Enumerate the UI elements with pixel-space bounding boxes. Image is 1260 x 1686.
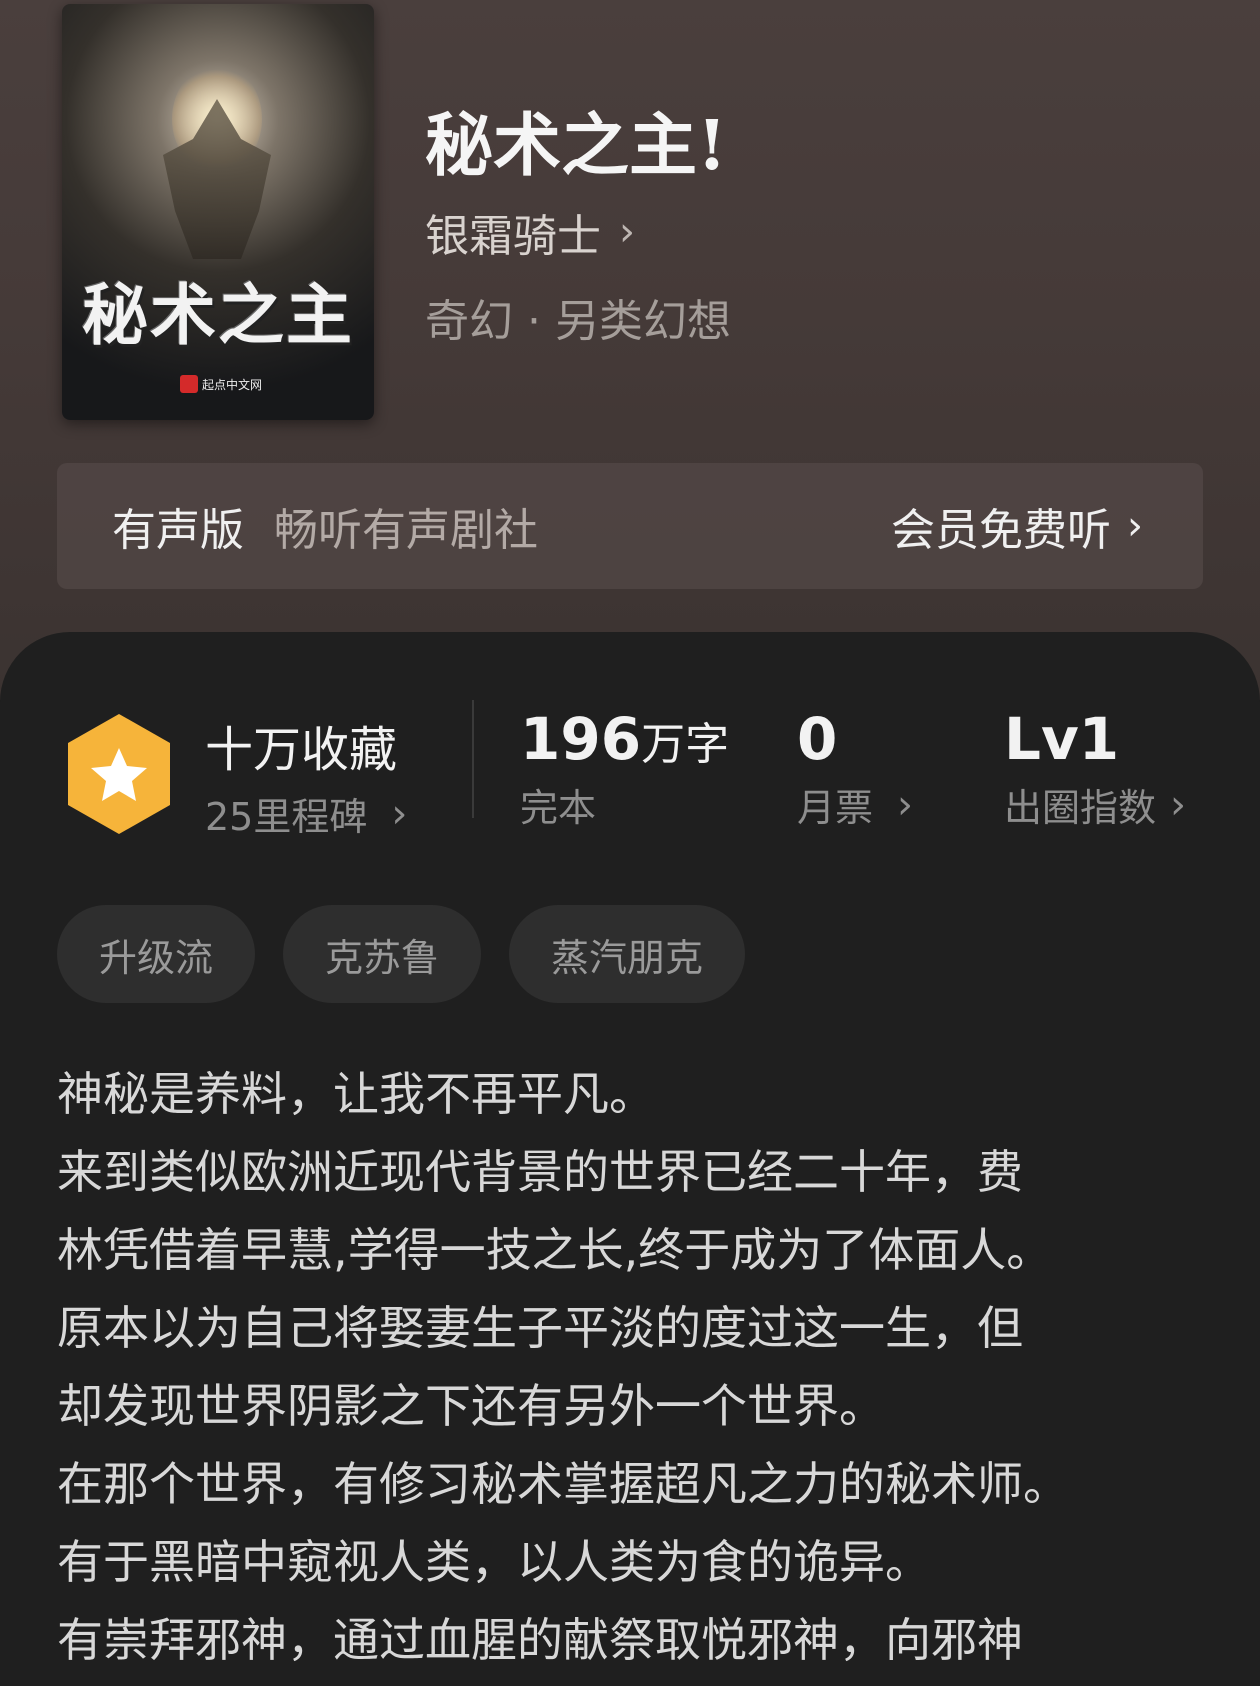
chevron-right-icon: › (391, 790, 408, 837)
cover-title: 秘术之主 (82, 277, 354, 354)
chevron-right-icon: › (897, 781, 914, 828)
breakout-index[interactable]: Lv1 出圈指数 › (1004, 705, 1186, 832)
word-count: 196万字 完本 (520, 705, 729, 832)
synopsis-line: 在那个世界，有修习秘术掌握超凡之力的秘术师。 (57, 1457, 1069, 1511)
author-name: 银霜骑士 (425, 211, 601, 262)
synopsis-line: 来到类似欧洲近现代背景的世界已经二十年，费 (57, 1145, 1023, 1199)
member-free-listen-label: 会员免费听 (891, 505, 1111, 556)
breakout-level: Lv1 (1004, 705, 1120, 773)
monthly-tickets-label: 月票 (797, 786, 874, 830)
collection-milestone[interactable]: 十万收藏 25里程碑 › (205, 710, 407, 841)
monthly-tickets-count: 0 (797, 705, 838, 773)
stats-divider (472, 700, 474, 818)
cover-publisher: 起点中文网 (202, 377, 263, 392)
chevron-right-icon: › (1170, 781, 1187, 828)
synopsis[interactable]: 神秘是养料，让我不再平凡。 来到类似欧洲近现代背景的世界已经二十年，费 林凭借着… (57, 1055, 1217, 1679)
synopsis-line: 有于黑暗中窥视人类，以人类为食的诡异。 (57, 1535, 931, 1589)
collection-sub: 25里程碑 (205, 795, 368, 839)
book-title: 秘术之主! (425, 106, 727, 186)
status-label: 完本 (520, 786, 597, 830)
publisher-mark-icon (180, 375, 198, 393)
synopsis-line: 神秘是养料，让我不再平凡。 (57, 1067, 655, 1121)
cover-publisher-logo: 起点中文网 (180, 375, 262, 393)
star-hexagon-icon (68, 714, 170, 834)
author-link[interactable]: 银霜骑士 › (425, 200, 635, 264)
chevron-right-icon: › (619, 209, 635, 255)
synopsis-line: 有崇拜邪神，通过血腥的献祭取悦邪神，向邪神 (57, 1613, 1023, 1667)
member-free-listen-button[interactable]: 会员免费听 › (891, 494, 1143, 558)
tag-chip[interactable]: 克苏鲁 (283, 905, 482, 1003)
word-count-unit: 万字 (641, 719, 730, 770)
audio-version-bar[interactable]: 有声版 畅听有声剧社 会员免费听 › (57, 463, 1203, 589)
word-count-number: 196 (520, 705, 642, 773)
chevron-right-icon: › (1127, 503, 1143, 549)
breakout-index-label: 出圈指数 (1004, 786, 1157, 830)
audio-label: 有声版 (112, 505, 244, 556)
tag-chip[interactable]: 蒸汽朋克 (509, 905, 746, 1003)
synopsis-line: 却发现世界阴影之下还有另外一个世界。 (57, 1379, 885, 1433)
synopsis-line: 林凭借着早慧,学得一技之长,终于成为了体面人。 (57, 1223, 1053, 1277)
audio-troupe: 畅听有声剧社 (274, 505, 538, 556)
synopsis-line: 原本以为自己将娶妻生子平淡的度过这一生，但 (57, 1301, 1023, 1355)
book-cover[interactable]: 秘术之主 起点中文网 (62, 4, 374, 420)
collection-title: 十万收藏 (205, 722, 398, 778)
genre-label: 奇幻 · 另类幻想 (425, 296, 731, 347)
monthly-tickets[interactable]: 0 月票 › (797, 705, 913, 832)
tag-list: 升级流 克苏鲁 蒸汽朋克 (57, 905, 746, 1003)
tag-chip[interactable]: 升级流 (57, 905, 256, 1003)
